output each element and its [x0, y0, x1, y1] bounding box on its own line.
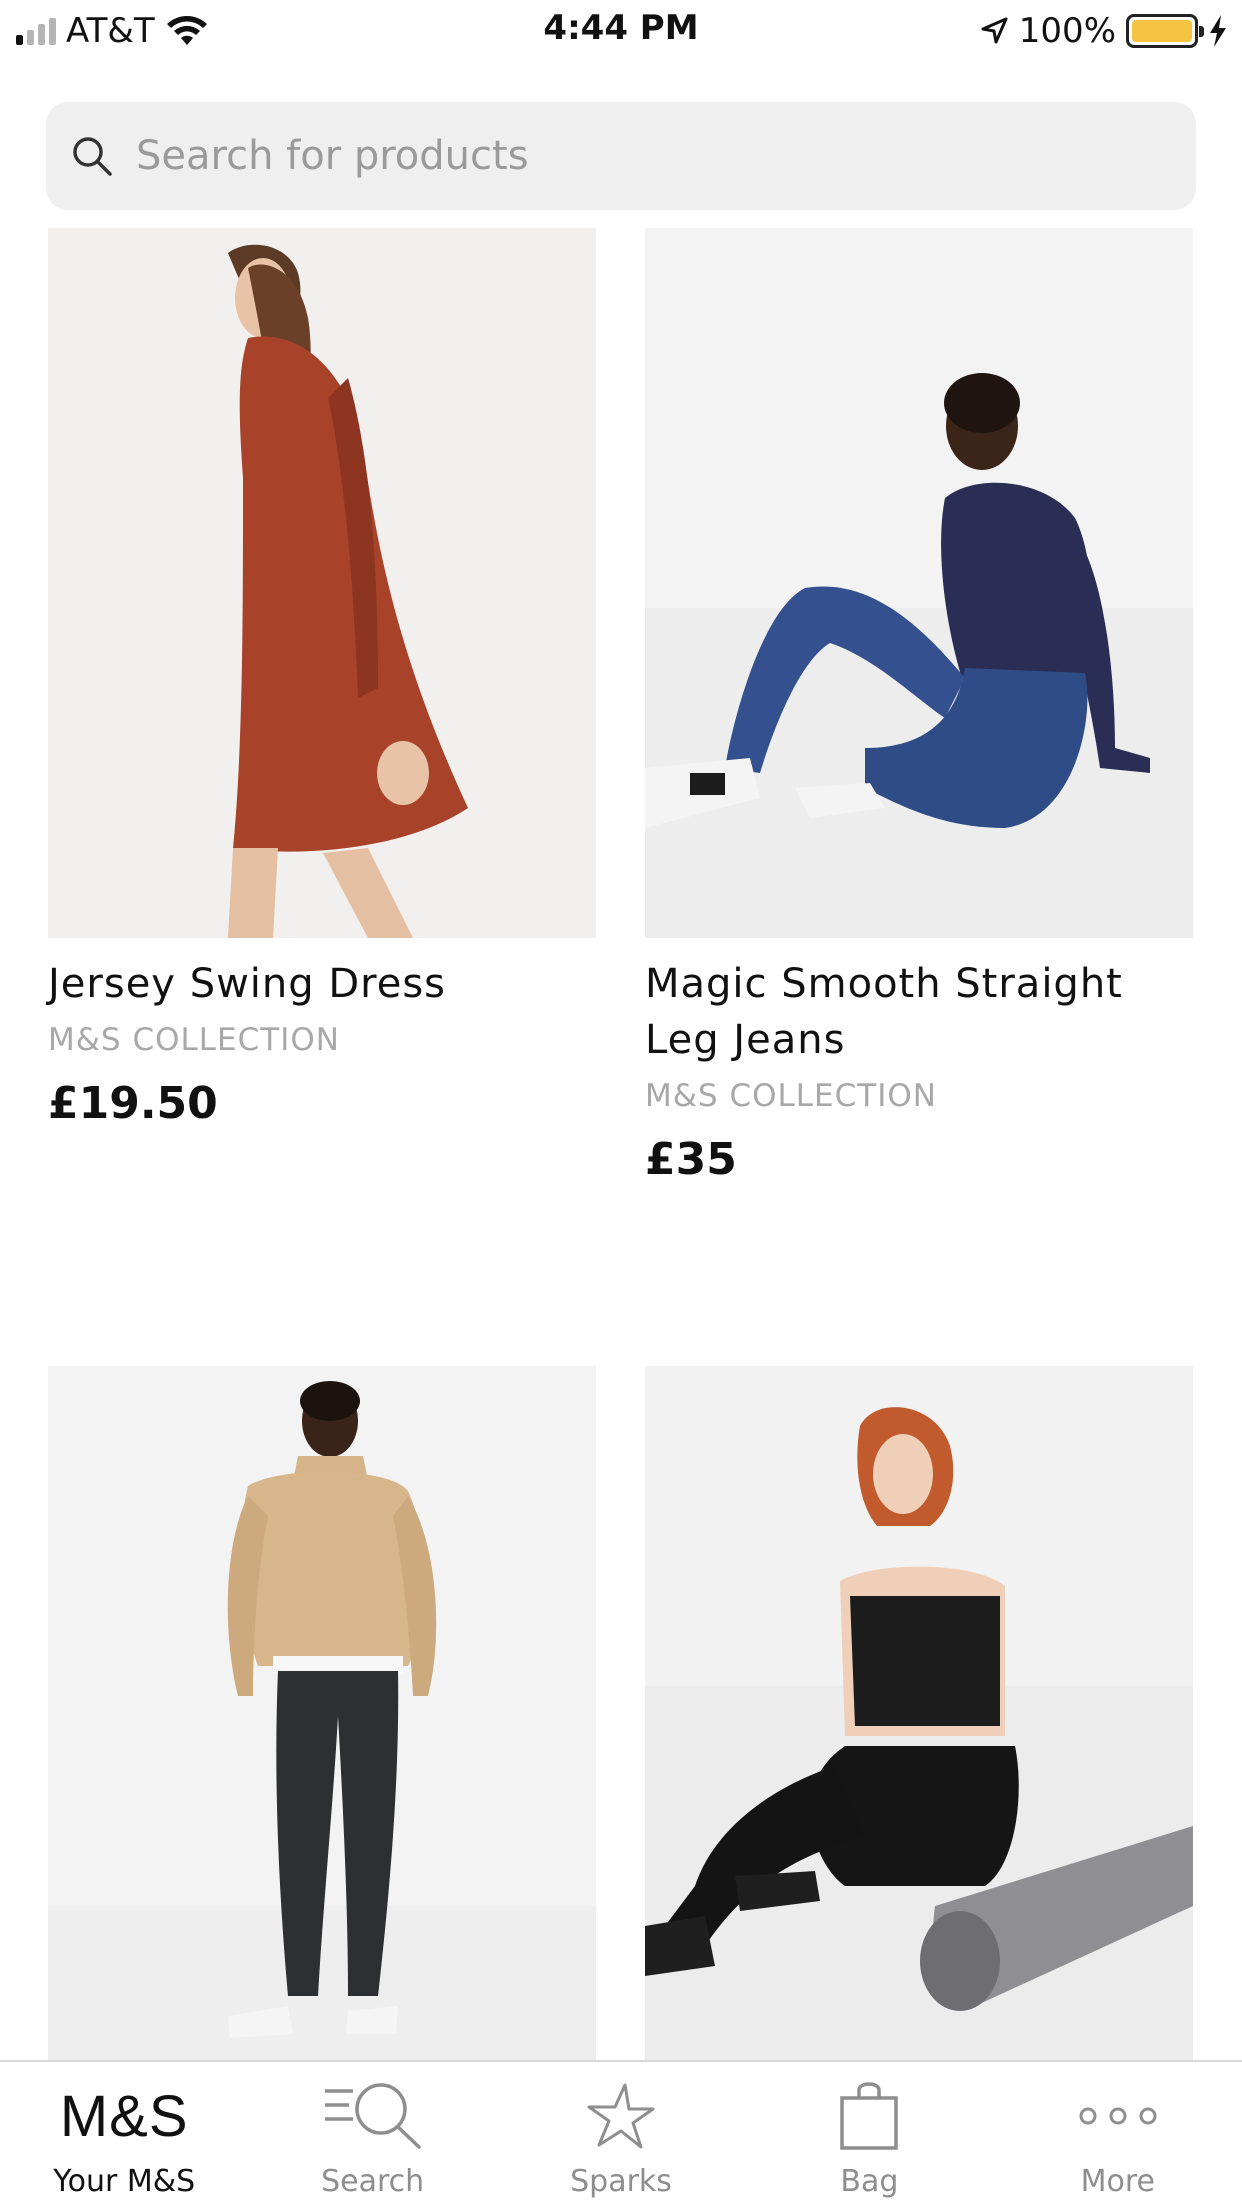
bottom-tab-bar: M&S Your M&S Search Sparks Bag More — [0, 2060, 1242, 2208]
battery-icon — [1126, 14, 1204, 48]
tab-search[interactable]: Search — [248, 2062, 496, 2208]
product-name[interactable]: Jersey Swing Dress — [48, 956, 596, 1012]
star-icon — [587, 2083, 655, 2149]
bag-icon — [840, 2082, 899, 2150]
tab-bag[interactable]: Bag — [745, 2062, 993, 2208]
product-image[interactable] — [48, 228, 596, 938]
product-card-jersey-swing-dress[interactable]: Jersey Swing Dress M&S COLLECTION £19.50 — [48, 228, 596, 1129]
charging-bolt-icon — [1210, 15, 1226, 47]
product-price: £35 — [645, 1134, 737, 1185]
tab-label: Sparks — [570, 2164, 672, 2199]
product-card-leggings[interactable] — [48, 1366, 596, 2076]
tab-label: Your M&S — [53, 2164, 196, 2199]
tab-label: Bag — [840, 2164, 899, 2199]
more-dots-icon — [1079, 2107, 1157, 2125]
tab-label: Search — [321, 2164, 425, 2199]
tab-more[interactable]: More — [994, 2062, 1242, 2208]
product-image[interactable] — [645, 228, 1193, 938]
product-brand: M&S COLLECTION — [48, 1022, 340, 1058]
search-bar[interactable] — [46, 102, 1196, 210]
product-card-sports-set[interactable] — [645, 1366, 1193, 2076]
product-card-straight-leg-jeans[interactable]: Magic Smooth Straight Leg Jeans M&S COLL… — [645, 228, 1193, 1185]
product-image[interactable] — [645, 1366, 1193, 2076]
product-price: £19.50 — [48, 1078, 218, 1129]
battery-percentage: 100% — [1018, 11, 1116, 51]
search-list-icon — [324, 2083, 421, 2149]
tab-sparks[interactable]: Sparks — [497, 2062, 745, 2208]
status-bar: AT&T 4:44 PM 100% — [0, 0, 1242, 62]
product-image[interactable] — [48, 1366, 596, 2076]
product-name[interactable]: Magic Smooth Straight Leg Jeans — [645, 956, 1193, 1068]
search-input[interactable] — [136, 133, 1136, 179]
location-arrow-icon — [981, 17, 1008, 44]
search-icon — [73, 137, 112, 176]
product-brand: M&S COLLECTION — [645, 1078, 937, 1114]
ms-logo-icon: M&S — [59, 2083, 189, 2149]
tab-label: More — [1080, 2164, 1156, 2199]
tab-your-ms[interactable]: M&S Your M&S — [0, 2062, 248, 2208]
